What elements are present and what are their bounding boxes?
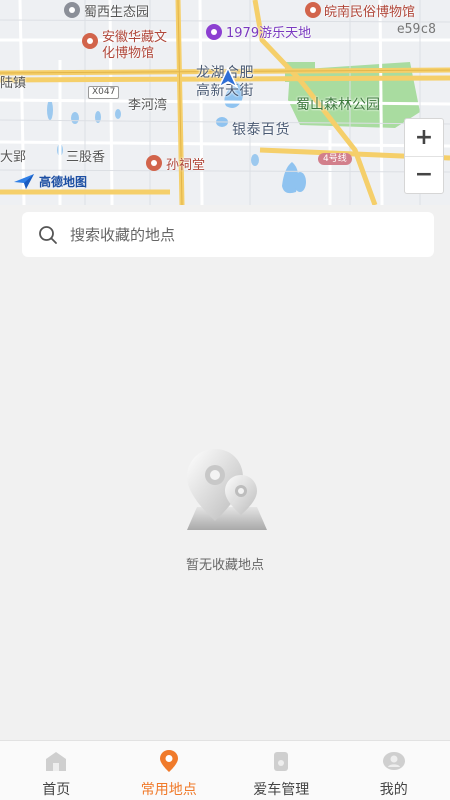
map-label-lihewan: 李河湾: [128, 98, 168, 113]
map-view[interactable]: 蜀西生态园 皖南民俗博物馆 安徽华藏文 化博物馆 1979游乐天地 e59c8 …: [0, 0, 450, 205]
home-icon: [46, 752, 67, 771]
tab-home-label: 首页: [42, 782, 71, 798]
current-location-icon: [217, 67, 239, 89]
tab-frequent-places[interactable]: 常用地点: [113, 741, 226, 800]
metro-line-badge: 4号线: [318, 153, 352, 165]
user-icon: [382, 752, 405, 770]
map-label-yintai[interactable]: 银泰百货: [232, 119, 290, 139]
map-label-folk-museum[interactable]: 皖南民俗博物馆: [324, 1, 415, 20]
tab-car-management-label: 爱车管理: [253, 782, 310, 798]
map-id-text: e59c8: [396, 22, 436, 37]
road-shield: X047: [88, 86, 120, 99]
tab-car-management[interactable]: 爱车管理: [225, 741, 338, 800]
tab-home[interactable]: 首页: [0, 741, 113, 800]
map-logo-text: 高德地图: [39, 174, 88, 189]
map-label-dayin: 大郢: [0, 150, 27, 165]
map-label-suncitang[interactable]: 孙祠堂: [166, 154, 205, 173]
map-label-town: 陆镇: [0, 76, 27, 91]
empty-location-illustration-icon: [187, 449, 267, 530]
empty-state-message: 暂无收藏地点: [185, 558, 264, 573]
car-manage-icon: [274, 752, 289, 771]
search-icon: [39, 225, 57, 244]
amap-logo-icon: [14, 174, 34, 189]
tab-mine-label: 我的: [379, 782, 408, 798]
tab-mine[interactable]: 我的: [338, 741, 450, 800]
poi-pin-icon[interactable]: [64, 2, 80, 18]
empty-state: 暂无收藏地点: [0, 445, 450, 573]
map-label-huazang-2[interactable]: 化博物馆: [102, 42, 154, 61]
search-bar[interactable]: [22, 212, 434, 257]
tab-frequent-places-label: 常用地点: [140, 782, 197, 798]
map-label-shushan-park[interactable]: 蜀山森林公园: [296, 94, 380, 114]
map-label-shuxi-park[interactable]: 蜀西生态园: [84, 1, 149, 20]
zoom-in-button[interactable]: +: [405, 119, 443, 156]
museum-pin-icon[interactable]: [305, 2, 321, 18]
bottom-tab-bar: 首页 常用地点 爱车管理 我的: [0, 740, 450, 800]
location-pin-icon: [159, 750, 178, 772]
temple-pin-icon[interactable]: [146, 155, 162, 171]
map-logo: 高德地图: [12, 172, 87, 190]
museum-pin-icon[interactable]: [82, 33, 98, 49]
zoom-out-button[interactable]: −: [405, 155, 443, 194]
zoom-control: + −: [404, 118, 444, 194]
map-label-amusement[interactable]: 1979游乐天地: [226, 22, 311, 41]
map-label-sangugu: 三股香: [66, 150, 106, 165]
search-input[interactable]: [70, 225, 400, 244]
amusement-pin-icon[interactable]: [206, 24, 222, 40]
